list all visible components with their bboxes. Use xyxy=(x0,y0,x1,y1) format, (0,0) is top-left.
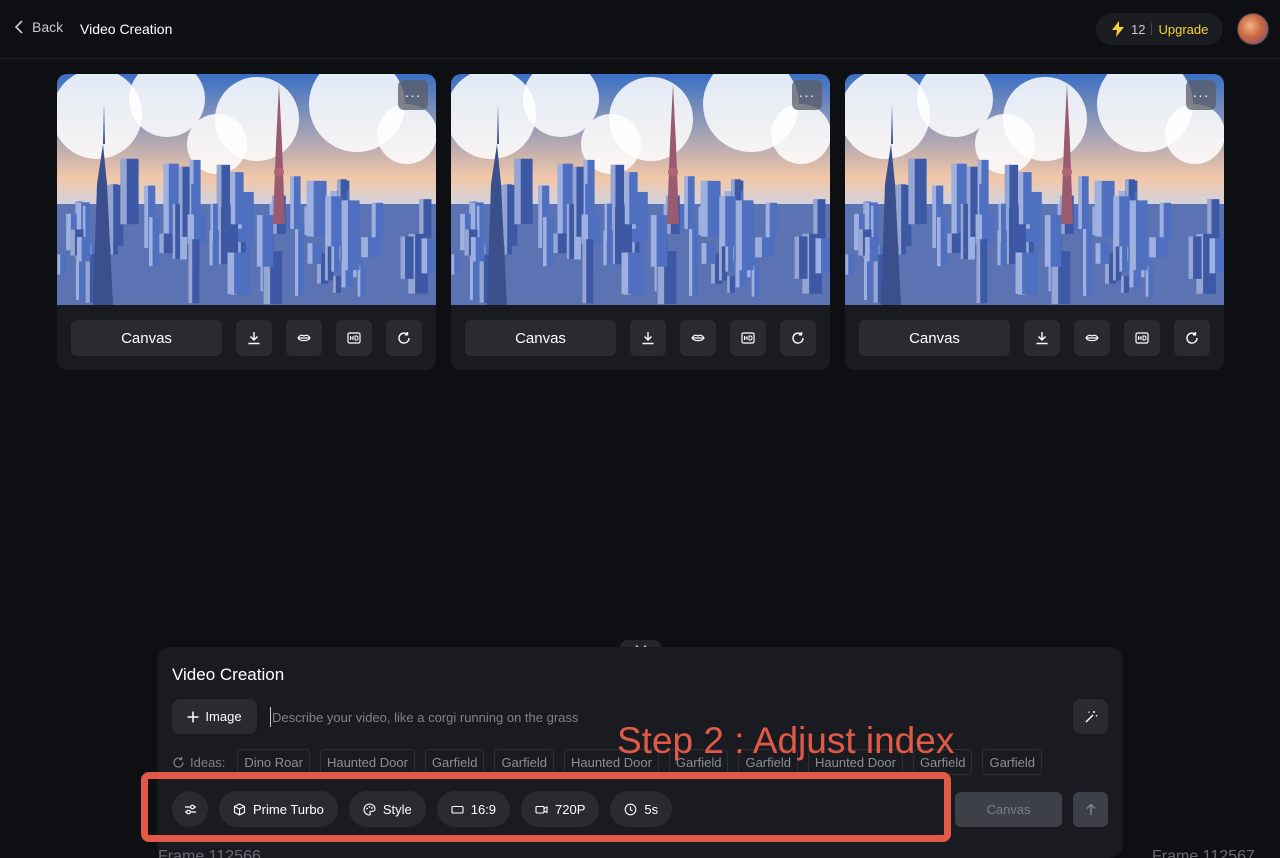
city-skyline-image xyxy=(57,74,436,305)
idea-chip[interactable]: Garfield xyxy=(424,749,485,775)
canvas-button[interactable]: Canvas xyxy=(465,320,616,356)
hd-icon xyxy=(741,332,755,344)
credits-pill[interactable]: 12 Upgrade xyxy=(1096,13,1223,45)
card-actions: Canvas xyxy=(71,320,422,356)
avatar[interactable] xyxy=(1237,13,1269,45)
more-options-button[interactable]: ··· xyxy=(398,80,428,110)
clock-icon xyxy=(625,803,637,815)
regenerate-button[interactable] xyxy=(1174,320,1210,356)
hd-icon xyxy=(1135,332,1149,344)
palette-icon xyxy=(363,802,376,816)
refresh-icon xyxy=(398,332,410,344)
style-label: Style xyxy=(382,801,412,817)
canvas-submit-button[interactable]: Canvas xyxy=(955,792,1062,827)
panel-title: Video Creation xyxy=(172,665,285,684)
cube-icon xyxy=(233,802,246,816)
result-card: ··· Canvas xyxy=(57,74,436,370)
city-skyline-image xyxy=(451,74,830,305)
send-button[interactable] xyxy=(1073,792,1108,827)
tutorial-step-label: Step 2 : Adjust index xyxy=(617,720,955,761)
generated-image[interactable] xyxy=(845,74,1224,305)
resolution-label: 720P xyxy=(555,801,586,817)
hd-upscale-button[interactable] xyxy=(336,320,372,356)
plus-icon xyxy=(187,711,199,722)
result-card: ··· Canvas xyxy=(451,74,830,370)
refresh-icon xyxy=(792,332,804,344)
resolution-select[interactable]: 720P xyxy=(521,791,600,827)
download-icon xyxy=(248,332,260,345)
ideas-text: Ideas: xyxy=(190,754,226,770)
card-actions: Canvas xyxy=(465,320,816,356)
generated-image[interactable] xyxy=(451,74,830,305)
frame-label: Frame 112567 xyxy=(1152,848,1255,858)
idea-chip[interactable]: Dino Roar xyxy=(237,749,310,775)
style-select[interactable]: Style xyxy=(348,791,426,827)
card-actions: Canvas xyxy=(859,320,1210,356)
settings-button[interactable] xyxy=(172,791,208,827)
credits-count: 12 xyxy=(1131,21,1146,37)
back-label: Back xyxy=(32,19,64,35)
arrow-up-icon xyxy=(1086,803,1095,815)
hd-upscale-button[interactable] xyxy=(730,320,766,356)
lip-sync-button[interactable] xyxy=(680,320,716,356)
upgrade-link[interactable]: Upgrade xyxy=(1158,22,1208,37)
sliders-icon xyxy=(184,804,196,814)
aspect-ratio-icon xyxy=(451,805,464,814)
refresh-ideas-icon xyxy=(173,756,184,768)
video-camera-icon xyxy=(535,805,548,814)
more-options-button[interactable]: ··· xyxy=(1186,80,1216,110)
download-icon xyxy=(1036,332,1048,345)
aspect-ratio-select[interactable]: 16:9 xyxy=(436,791,511,827)
page-title: Video Creation xyxy=(80,21,173,37)
model-label: Prime Turbo xyxy=(253,801,324,817)
chevron-left-icon xyxy=(14,20,23,34)
lips-icon xyxy=(1085,334,1099,342)
download-button[interactable] xyxy=(1024,320,1060,356)
download-icon xyxy=(642,332,654,345)
city-skyline-image xyxy=(845,74,1224,305)
result-card: ··· Canvas xyxy=(845,74,1224,370)
refresh-icon xyxy=(1186,332,1198,344)
frame-label: Frame 112566 xyxy=(158,848,261,858)
idea-chip[interactable]: Garfield xyxy=(494,749,554,775)
aspect-ratio-label: 16:9 xyxy=(470,801,497,817)
lip-sync-button[interactable] xyxy=(286,320,322,356)
canvas-button[interactable]: Canvas xyxy=(71,320,222,356)
idea-chip[interactable]: Garfield xyxy=(982,749,1042,775)
regenerate-button[interactable] xyxy=(386,320,422,356)
lips-icon xyxy=(297,334,311,342)
magic-wand-icon xyxy=(1085,710,1097,722)
download-button[interactable] xyxy=(236,320,272,356)
idea-chip[interactable]: Haunted Door xyxy=(319,749,415,775)
more-options-button[interactable]: ··· xyxy=(792,80,822,110)
top-bar: Back Video Creation 12 Upgrade xyxy=(0,0,1280,59)
divider xyxy=(1151,23,1153,35)
duration-label: 5s xyxy=(644,801,659,817)
generated-image[interactable] xyxy=(57,74,436,305)
lip-sync-button[interactable] xyxy=(1074,320,1110,356)
regenerate-button[interactable] xyxy=(780,320,816,356)
add-image-button[interactable]: Image xyxy=(172,699,257,734)
generation-settings-toolbar: Prime Turbo Style 16:9 720P 5s xyxy=(172,791,673,827)
ideas-label[interactable]: Ideas: xyxy=(172,755,225,770)
lips-icon xyxy=(691,334,705,342)
hd-upscale-button[interactable] xyxy=(1124,320,1160,356)
lightning-bolt-icon xyxy=(1112,21,1124,37)
back-button[interactable]: Back xyxy=(14,19,63,35)
canvas-button[interactable]: Canvas xyxy=(859,320,1010,356)
model-select[interactable]: Prime Turbo xyxy=(219,791,338,827)
duration-select[interactable]: 5s xyxy=(610,791,673,827)
hd-icon xyxy=(347,332,361,344)
add-image-label: Image xyxy=(205,709,242,724)
enhance-prompt-button[interactable] xyxy=(1073,699,1108,734)
download-button[interactable] xyxy=(630,320,666,356)
